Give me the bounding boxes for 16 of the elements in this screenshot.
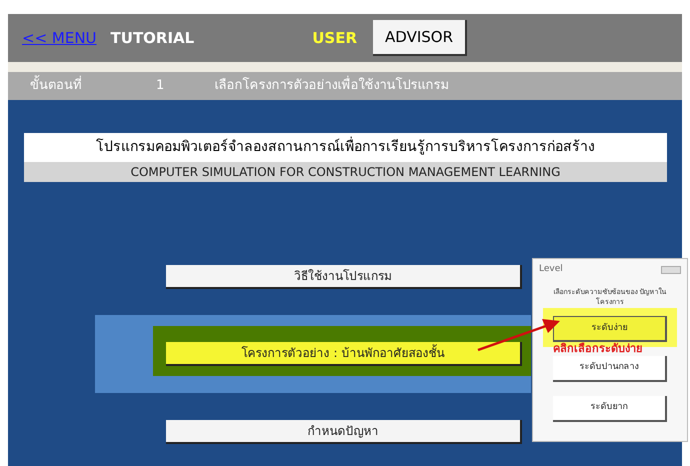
level-option[interactable]: ระดับง่าย <box>553 316 667 342</box>
close-button[interactable] <box>661 266 681 274</box>
menu-button[interactable]: วิธีใช้งานโปรแกรม <box>166 265 522 289</box>
header-title: TUTORIAL <box>110 28 194 49</box>
step-description: เลือกโครงการตัวอย่างเพื่อใช้งานโปรแกรม <box>214 76 450 96</box>
advisor-button[interactable]: ADVISOR <box>373 20 467 56</box>
step-number: 1 <box>156 77 164 96</box>
program-title-thai: โปรแกรมคอมพิวเตอร์จำลองสถานการณ์เพื่อการเรียนรู้การบริหารโครงการก่อสร้าง <box>24 133 667 162</box>
user-label: USER <box>312 28 358 49</box>
program-title-english: COMPUTER SIMULATION FOR CONSTRUCTION MANAGEMENT LEARNING <box>24 162 667 182</box>
menu-button[interactable]: โครงการตัวอย่าง : บ้านพักอาศัยสองชั้น <box>166 342 522 366</box>
dialog-title: Level <box>539 263 563 276</box>
menu-button[interactable]: กำหนดปัญหา <box>166 420 522 444</box>
step-label: ขั้นตอนที่ <box>30 76 82 96</box>
level-option[interactable]: ระดับปานกลาง <box>553 356 667 382</box>
level-option[interactable]: ระดับยาก <box>553 396 667 422</box>
